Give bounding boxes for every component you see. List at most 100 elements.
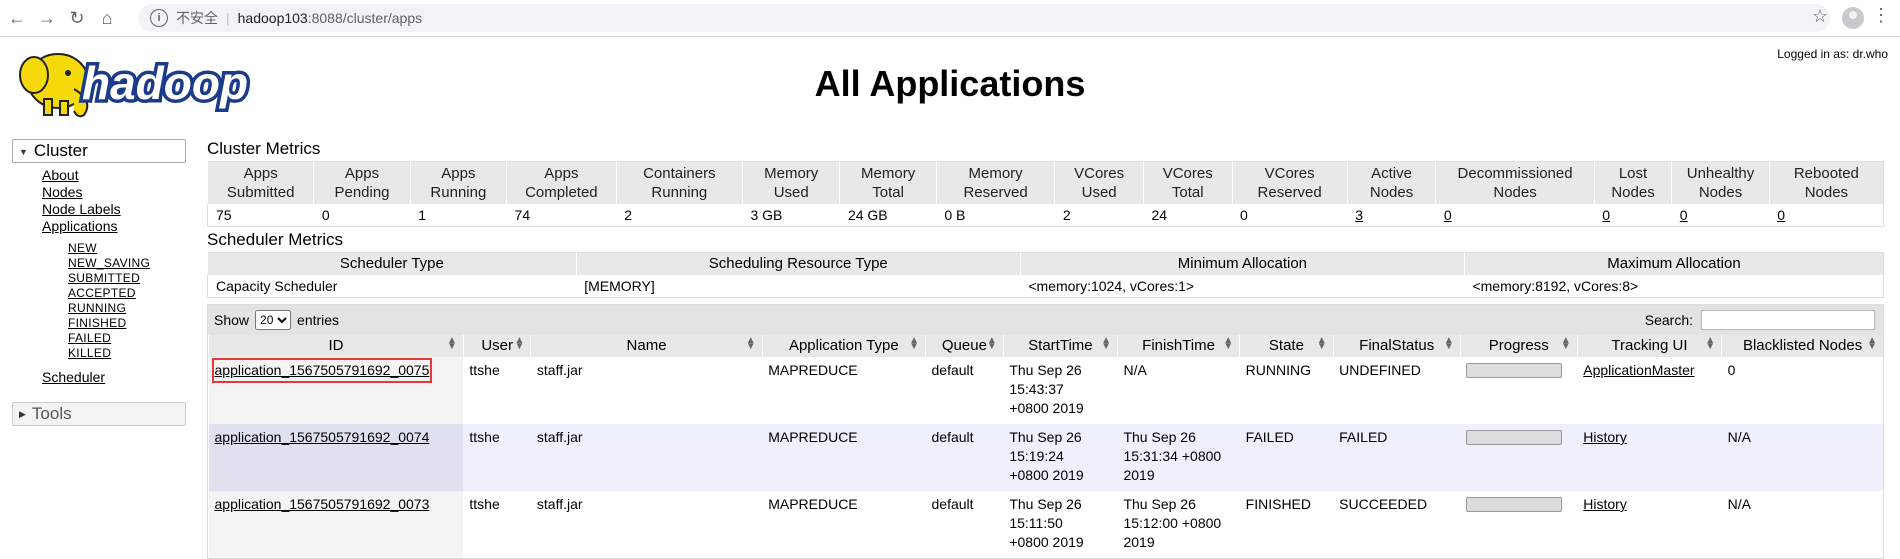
- metric-header-line: Apps: [544, 165, 579, 182]
- table-controls: Show 20 entries Search:: [208, 305, 1883, 335]
- sidebar-link-about[interactable]: About: [42, 167, 186, 184]
- tracking-ui-link[interactable]: ApplicationMaster: [1583, 362, 1694, 378]
- sort-arrows-icon[interactable]: ▲ ▼: [1705, 336, 1715, 352]
- column-header[interactable]: Application Type ▲ ▼: [761, 335, 926, 357]
- triangle-down-icon: ▼: [19, 146, 28, 157]
- home-icon[interactable]: ⌂: [94, 5, 120, 31]
- bookmark-star-icon[interactable]: ☆: [1812, 6, 1828, 27]
- metric-header-line: Nodes: [1804, 184, 1849, 201]
- metric-header-line: Apps: [344, 165, 380, 182]
- application-id-link[interactable]: application_1567505791692_0073: [215, 496, 430, 512]
- forward-arrow-icon[interactable]: →: [34, 5, 60, 31]
- show-label: Show: [214, 312, 250, 328]
- info-icon[interactable]: i: [150, 9, 168, 27]
- tracking-ui-link[interactable]: History: [1583, 496, 1627, 512]
- cell-name: staff.jar: [536, 496, 583, 512]
- sort-arrows-icon[interactable]: ▲ ▼: [1444, 336, 1454, 352]
- applications-table-container: Show 20 entries Search: ID ▲ ▼ User ▲ ▼ Name ▲ ▼…: [207, 304, 1884, 559]
- state-link-running[interactable]: RUNNING: [68, 301, 186, 316]
- column-header[interactable]: Queue ▲ ▼: [925, 335, 1004, 357]
- metric-value-link[interactable]: 3: [1355, 207, 1363, 223]
- sidebar-link-node-labels[interactable]: Node Labels: [42, 201, 186, 218]
- sort-arrows-icon[interactable]: ▲ ▼: [909, 336, 919, 352]
- reload-icon[interactable]: ↻: [64, 5, 90, 31]
- application-id-link[interactable]: application_1567505791692_0074: [215, 429, 430, 445]
- metric-value: 24 GB: [839, 204, 937, 227]
- application-id-link[interactable]: application_1567505791692_0075: [211, 358, 433, 383]
- sort-arrows-icon[interactable]: ▲ ▼: [1561, 336, 1571, 352]
- metric-header-line: Apps: [243, 165, 278, 182]
- column-header[interactable]: FinishTime ▲ ▼: [1116, 335, 1240, 357]
- sort-arrows-icon[interactable]: ▲ ▼: [1101, 336, 1111, 352]
- cluster-metrics-table: Apps Submitted Apps Pending Apps Running Apps C…: [206, 161, 1884, 227]
- state-link-failed[interactable]: FAILED: [68, 331, 186, 346]
- metric-header-line: Running: [651, 184, 708, 201]
- sort-arrows-icon[interactable]: ▲ ▼: [515, 336, 525, 352]
- sidebar-link-nodes[interactable]: Nodes: [42, 184, 186, 201]
- cell-queue: default: [931, 362, 974, 378]
- metric-value: 0 B: [936, 204, 1055, 227]
- tracking-ui-link[interactable]: History: [1583, 429, 1627, 445]
- metric-value-link[interactable]: 0: [1444, 207, 1452, 223]
- cell-state: FINISHED: [1245, 496, 1312, 512]
- metric-header: Memory Total: [839, 161, 937, 204]
- column-header[interactable]: Progress ▲ ▼: [1459, 335, 1578, 357]
- cell-progress: [1460, 424, 1578, 491]
- metric-header-line: Unhealthy: [1686, 165, 1755, 182]
- metric-value-link[interactable]: 0: [1680, 207, 1688, 223]
- menu-dots-icon[interactable]: ⋮: [1872, 6, 1890, 24]
- search-input[interactable]: [1701, 310, 1875, 330]
- metric-header: Decommissioned Nodes: [1435, 161, 1595, 204]
- metric-value[interactable]: 0: [1671, 204, 1770, 227]
- sort-arrows-icon[interactable]: ▲ ▼: [987, 336, 997, 352]
- metric-value[interactable]: 0: [1769, 204, 1884, 227]
- cell-type: MAPREDUCE: [768, 496, 858, 512]
- sort-arrows-icon[interactable]: ▲ ▼: [1223, 336, 1233, 352]
- column-header-label: State: [1268, 337, 1304, 354]
- search-box: Search:: [1645, 310, 1875, 330]
- column-header[interactable]: State ▲ ▼: [1239, 335, 1334, 357]
- sidebar-link-applications[interactable]: Applications: [42, 218, 186, 235]
- cell-id: application_1567505791692_0073: [208, 491, 464, 558]
- sort-arrows-icon[interactable]: ▲ ▼: [447, 336, 457, 352]
- column-header[interactable]: Name ▲ ▼: [530, 335, 763, 357]
- column-header[interactable]: StartTime ▲ ▼: [1002, 335, 1118, 357]
- back-arrow-icon[interactable]: ←: [4, 5, 30, 31]
- metric-value[interactable]: 3: [1347, 204, 1436, 227]
- state-link-submitted[interactable]: SUBMITTED: [68, 271, 186, 286]
- cell-user: ttshe: [469, 496, 500, 512]
- column-header[interactable]: User ▲ ▼: [462, 335, 531, 357]
- state-link-killed[interactable]: KILLED: [68, 346, 186, 361]
- cluster-section-toggle[interactable]: ▼ Cluster: [12, 139, 186, 163]
- column-header[interactable]: ID ▲ ▼: [208, 335, 464, 357]
- metric-value-link[interactable]: 0: [1777, 207, 1785, 223]
- column-header[interactable]: FinalStatus ▲ ▼: [1332, 335, 1461, 357]
- cell-type: MAPREDUCE: [768, 362, 858, 378]
- state-link-accepted[interactable]: ACCEPTED: [68, 286, 186, 301]
- column-header[interactable]: Tracking UI ▲ ▼: [1576, 335, 1722, 357]
- tools-section-toggle[interactable]: ▶ Tools: [12, 402, 186, 426]
- progress-bar: [1466, 430, 1563, 445]
- sort-arrows-icon[interactable]: ▲ ▼: [1867, 336, 1877, 352]
- state-link-new[interactable]: NEW: [68, 241, 186, 256]
- metric-value[interactable]: 0: [1594, 204, 1672, 227]
- column-header[interactable]: Blacklisted Nodes ▲ ▼: [1721, 335, 1883, 357]
- metric-value: 3 GB: [742, 204, 840, 227]
- address-bar[interactable]: i 不安全 | hadoop103:8088/cluster/apps: [138, 4, 1830, 32]
- sort-arrows-icon[interactable]: ▲ ▼: [746, 336, 756, 352]
- profile-avatar-icon[interactable]: [1842, 7, 1864, 29]
- metric-header-line: Lost: [1618, 165, 1648, 182]
- sidebar-link-scheduler[interactable]: Scheduler: [42, 369, 186, 386]
- metric-header-line: Memory: [764, 165, 819, 182]
- entries-select[interactable]: 20: [255, 310, 292, 330]
- metric-value-link[interactable]: 0: [1602, 207, 1610, 223]
- sort-arrows-icon[interactable]: ▲ ▼: [1317, 336, 1327, 352]
- time-line: 15:19:24: [1009, 448, 1064, 464]
- cell-starttime: Thu Sep 26 15:43:37 +0800 2019: [1003, 357, 1117, 424]
- time-line: 15:11:50: [1009, 515, 1063, 531]
- metric-value[interactable]: 0: [1435, 204, 1595, 227]
- state-link-new-saving[interactable]: NEW_SAVING: [68, 256, 186, 271]
- cell-tracking-ui: History: [1577, 424, 1722, 491]
- state-link-finished[interactable]: FINISHED: [68, 316, 186, 331]
- insecure-label: 不安全: [176, 10, 218, 26]
